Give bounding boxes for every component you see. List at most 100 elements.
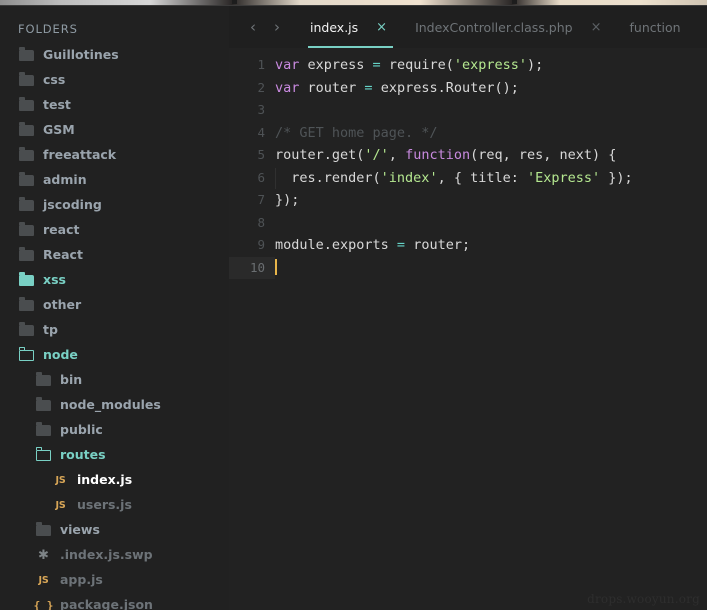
tree-item-label: jscoding bbox=[43, 197, 102, 213]
file-tree-list[interactable]: Guillotines css test GSM freeattack admin jsco… bbox=[0, 43, 229, 610]
tree-item-label: bin bbox=[60, 372, 83, 388]
titlebar-mark-1 bbox=[232, 0, 237, 4]
code-line[interactable]: 1 var express = require('express'); bbox=[229, 54, 707, 77]
line-number: 8 bbox=[257, 214, 265, 230]
code-line-text[interactable] bbox=[275, 257, 707, 280]
code-token: router bbox=[299, 79, 365, 96]
js-file-icon: JS bbox=[38, 575, 49, 586]
tree-item[interactable]: Guillotines bbox=[0, 43, 229, 68]
tab-label: function bbox=[629, 19, 681, 35]
folder-closed-icon bbox=[35, 372, 52, 388]
tab-index-js[interactable]: index.js × bbox=[294, 6, 399, 48]
tree-item[interactable]: { } package.json bbox=[0, 593, 229, 610]
tree-item[interactable]: node bbox=[0, 343, 229, 368]
code-token: , bbox=[388, 147, 406, 163]
tree-item[interactable]: routes bbox=[0, 443, 229, 468]
code-line-text[interactable] bbox=[275, 99, 707, 122]
code-line[interactable]: 5 router.get('/', function(req, res, next… bbox=[229, 144, 707, 167]
tree-item[interactable]: xss bbox=[0, 268, 229, 293]
code-line[interactable]: 10 bbox=[229, 256, 707, 280]
code-token: /* GET home page. */ bbox=[275, 124, 438, 141]
code-line[interactable]: 9 module.exports = router; bbox=[229, 234, 707, 257]
tree-item[interactable]: views bbox=[0, 518, 229, 543]
folder-closed-icon bbox=[18, 122, 35, 138]
code-line-text[interactable]: router.get('/', function(req, res, next)… bbox=[275, 144, 707, 167]
sidebar-file-tree[interactable]: FOLDERS Guillotines css test GSM freeattack a… bbox=[0, 6, 229, 610]
tab-navigation[interactable]: ‹ › bbox=[229, 6, 294, 48]
tree-item-label: views bbox=[60, 522, 100, 538]
tree-item[interactable]: GSM bbox=[0, 118, 229, 143]
code-editor-area[interactable]: 1 var express = require('express'); 2 var r… bbox=[229, 48, 707, 610]
tab-label: index.js bbox=[310, 19, 359, 35]
folder-closed-icon bbox=[18, 197, 35, 213]
code-line-text[interactable]: module.exports = router; bbox=[275, 234, 707, 257]
titlebar-mark-2 bbox=[512, 0, 517, 4]
js-file-icon: JS bbox=[55, 500, 66, 511]
code-token: function bbox=[405, 147, 471, 163]
tab-close-icon[interactable]: × bbox=[591, 21, 602, 34]
tab-function[interactable]: function bbox=[614, 6, 699, 48]
code-token: express.Router(); bbox=[372, 79, 519, 96]
code-line[interactable]: 3 bbox=[229, 99, 707, 122]
tree-item[interactable]: JS index.js bbox=[0, 468, 229, 493]
tab-bar[interactable]: ‹ › index.js × IndexController.class.php × f… bbox=[229, 6, 707, 48]
tree-item-label: node_modules bbox=[60, 397, 161, 413]
code-line[interactable]: 2 var router = express.Router(); bbox=[229, 77, 707, 100]
tree-item[interactable]: React bbox=[0, 243, 229, 268]
code-line-text[interactable]: res.render('index', { title: 'Express' }… bbox=[275, 167, 707, 190]
code-token: = bbox=[364, 79, 373, 96]
tree-item-label: node bbox=[43, 347, 78, 363]
folder-closed-icon bbox=[18, 297, 35, 313]
tab-list[interactable]: index.js × IndexController.class.php × funct… bbox=[294, 6, 699, 48]
tab-indexcontroller-class-php[interactable]: IndexController.class.php × bbox=[399, 6, 613, 48]
folder-closed-icon bbox=[18, 172, 35, 188]
code-token: = bbox=[372, 57, 381, 73]
code-line-text[interactable]: }); bbox=[275, 189, 707, 212]
code-line-text[interactable]: var router = express.Router(); bbox=[275, 77, 707, 100]
tree-item[interactable]: tp bbox=[0, 318, 229, 343]
code-line-text[interactable]: /* GET home page. */ bbox=[275, 122, 707, 145]
folder-selected-icon bbox=[18, 272, 35, 288]
watermark-text: drops.wooyun.org bbox=[587, 592, 700, 606]
code-token: (req, res, next) { bbox=[470, 147, 617, 163]
code-token: 'index' bbox=[380, 169, 438, 186]
swap-file-icon: ✱ bbox=[38, 548, 49, 563]
tree-item-label: react bbox=[43, 222, 80, 238]
code-line[interactable]: 8 bbox=[229, 212, 707, 235]
line-number: 3 bbox=[257, 102, 265, 117]
tree-item-label: GSM bbox=[43, 122, 75, 138]
chevron-left-icon[interactable]: ‹ bbox=[241, 15, 265, 39]
tree-item[interactable]: node_modules bbox=[0, 393, 229, 418]
window-titlebar-sliver bbox=[0, 0, 707, 6]
code-token: router; bbox=[405, 237, 471, 253]
code-line[interactable]: 4 /* GET home page. */ bbox=[229, 122, 707, 145]
code-line-text[interactable] bbox=[275, 212, 707, 235]
tree-item[interactable]: freeattack bbox=[0, 143, 229, 168]
tree-item-label: tp bbox=[43, 322, 58, 338]
code-token: , { title: bbox=[437, 169, 527, 186]
tree-item[interactable]: test bbox=[0, 93, 229, 118]
tree-item[interactable]: other bbox=[0, 293, 229, 318]
tree-item-label: test bbox=[43, 97, 71, 113]
folder-closed-icon bbox=[18, 322, 35, 338]
folder-open-icon bbox=[18, 347, 35, 363]
code-line-text[interactable]: var express = require('express'); bbox=[275, 54, 707, 77]
tree-item[interactable]: JS users.js bbox=[0, 493, 229, 518]
code-line[interactable]: 7}); bbox=[229, 189, 707, 212]
tree-item[interactable]: JS app.js bbox=[0, 568, 229, 593]
code-token: }); bbox=[600, 169, 633, 186]
line-number: 10 bbox=[229, 256, 275, 279]
tree-item[interactable]: admin bbox=[0, 168, 229, 193]
tree-item[interactable]: jscoding bbox=[0, 193, 229, 218]
tree-item[interactable]: css bbox=[0, 68, 229, 93]
code-line[interactable]: 6 res.render('index', { title: 'Express'… bbox=[229, 167, 707, 190]
tree-item[interactable]: bin bbox=[0, 368, 229, 393]
tree-item[interactable]: react bbox=[0, 218, 229, 243]
tree-item-label: public bbox=[60, 422, 103, 438]
editor-pane: ‹ › index.js × IndexController.class.php × f… bbox=[229, 6, 707, 610]
tree-item[interactable]: public bbox=[0, 418, 229, 443]
chevron-right-icon[interactable]: › bbox=[265, 15, 289, 39]
code-token: require( bbox=[380, 57, 454, 73]
tree-item[interactable]: ✱ .index.js.swp bbox=[0, 543, 229, 568]
tab-close-icon[interactable]: × bbox=[376, 21, 387, 34]
